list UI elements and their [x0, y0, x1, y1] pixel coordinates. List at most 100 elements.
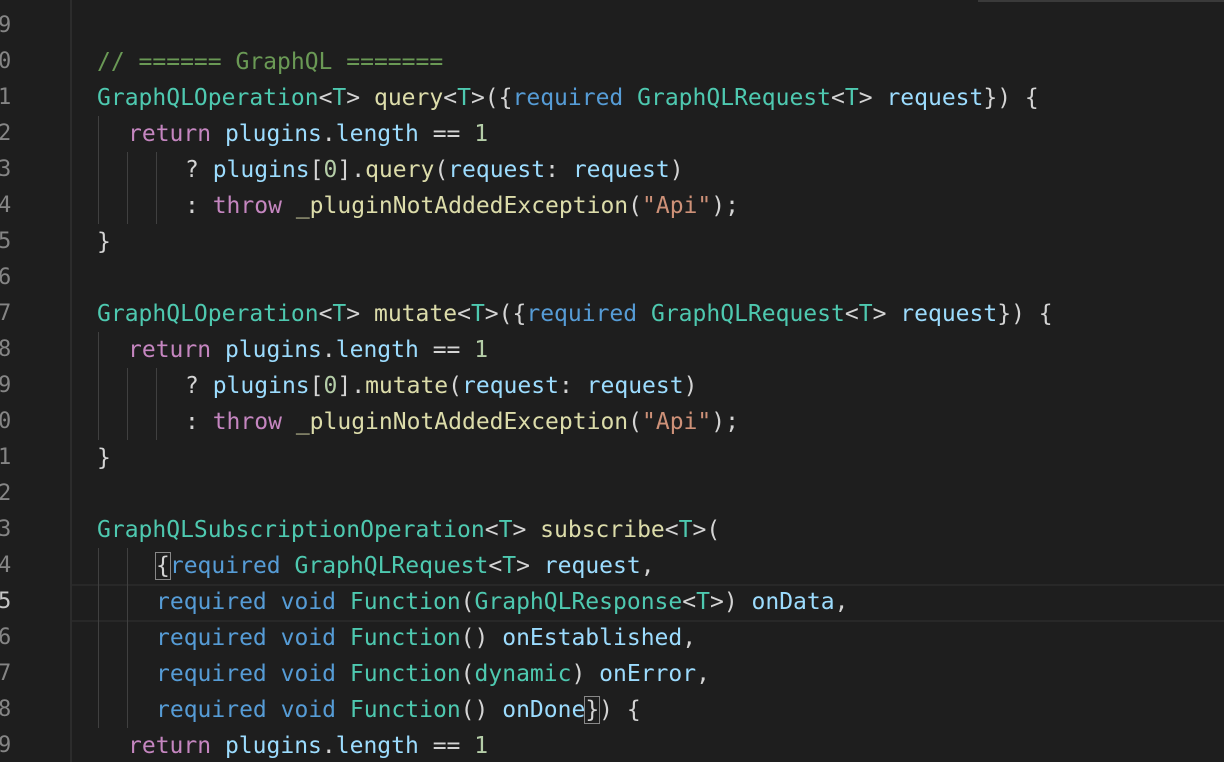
code-token: [	[309, 157, 324, 183]
code-token: (	[434, 157, 449, 183]
line-number: 0	[0, 409, 12, 434]
code-token: return	[128, 733, 212, 759]
code-token: [	[309, 373, 324, 399]
code-token: request	[586, 373, 684, 399]
code-token: Function	[349, 589, 461, 615]
code-token: plugins	[224, 733, 322, 759]
code-token: (	[628, 193, 643, 219]
code-token: 1	[474, 337, 489, 363]
code-token: <	[664, 517, 679, 543]
code-token: void	[280, 589, 337, 615]
line-number: 9	[0, 13, 12, 38]
code-token: "Api"	[642, 193, 712, 219]
code-line[interactable]: }	[97, 224, 111, 260]
code-line[interactable]: required void Function() onDone}) {	[156, 692, 641, 728]
code-token: :	[545, 157, 573, 183]
code-token: 0	[323, 157, 338, 183]
line-number: 1	[0, 85, 12, 110]
code-line[interactable]: return plugins.length == 1	[128, 728, 488, 762]
code-token: }) {	[983, 85, 1039, 111]
code-token: .	[321, 121, 336, 147]
code-token: <	[488, 553, 503, 579]
code-token: required	[169, 553, 281, 579]
code-line[interactable]: : throw _pluginNotAddedException("Api");	[185, 188, 739, 224]
code-line[interactable]: required void Function(GraphQLResponse<T…	[156, 584, 848, 620]
line-number: 1	[0, 445, 12, 470]
line-number: 2	[0, 121, 12, 146]
code-token: :	[185, 409, 213, 435]
code-token: );	[711, 193, 739, 219]
code-token: required	[156, 697, 267, 723]
code-line[interactable]: required void Function() onEstablished,	[156, 620, 696, 656]
line-number: 3	[0, 517, 12, 542]
code-token: required	[156, 589, 267, 615]
code-token: ].	[337, 157, 366, 183]
code-line[interactable]: return plugins.length == 1	[128, 332, 488, 368]
code-token: >(	[692, 517, 721, 543]
code-token: T	[678, 517, 693, 543]
code-line[interactable]: // ====== GraphQL =======	[97, 44, 443, 80]
code-line[interactable]: return plugins.length == 1	[128, 116, 488, 152]
code-token: }) {	[997, 301, 1053, 327]
editor-overlay-edge	[978, 0, 1224, 2]
code-token: ==	[418, 121, 475, 147]
code-token: (	[628, 409, 643, 435]
code-token: query	[365, 157, 435, 183]
code-line[interactable]: ? plugins[0].mutate(request: request)	[185, 368, 697, 404]
code-line[interactable]: {required GraphQLRequest<T> request,	[155, 548, 655, 584]
code-token: <	[682, 589, 697, 615]
code-line[interactable]: GraphQLSubscriptionOperation<T> subscrib…	[97, 512, 720, 548]
code-token: GraphQLResponse	[474, 589, 683, 615]
line-number: 4	[0, 193, 12, 218]
code-token: Function	[349, 625, 461, 651]
code-token: request	[886, 85, 984, 111]
code-token: void	[280, 625, 337, 651]
code-token: plugins	[224, 337, 322, 363]
code-line[interactable]: GraphQLOperation<T> query<T>({required G…	[97, 80, 1039, 116]
code-token: dynamic	[474, 661, 572, 687]
indent-guide	[156, 152, 157, 224]
code-token: )	[571, 661, 600, 687]
code-token: length	[335, 121, 419, 147]
indent-guide	[98, 548, 99, 728]
code-token: required	[156, 661, 267, 687]
code-token: )	[669, 157, 684, 183]
code-line[interactable]: : throw _pluginNotAddedException("Api");	[185, 404, 739, 440]
line-number: 3	[0, 157, 12, 182]
line-number: 6	[0, 265, 12, 290]
code-token: onEstablished	[502, 625, 683, 651]
code-line[interactable]: }	[97, 440, 111, 476]
code-token: ?	[185, 373, 213, 399]
code-token: return	[128, 121, 212, 147]
code-token: required	[526, 301, 638, 327]
code-token: request	[572, 157, 670, 183]
code-token: ,	[682, 625, 697, 651]
code-line[interactable]: GraphQLOperation<T> mutate<T>({required …	[97, 296, 1053, 332]
code-token: Function	[349, 697, 461, 723]
code-token: ()	[460, 625, 503, 651]
code-token: }	[97, 229, 111, 255]
code-token: <	[318, 301, 333, 327]
code-token: (	[460, 589, 475, 615]
code-line[interactable]: required void Function(dynamic) onError,	[156, 656, 710, 692]
indent-guide	[98, 116, 99, 224]
code-token: ?	[185, 157, 213, 183]
code-token: ,	[640, 553, 655, 579]
code-token: T	[457, 85, 471, 111]
code-token: (	[460, 661, 475, 687]
code-token: plugins	[212, 157, 310, 183]
line-number: 8	[0, 337, 12, 362]
code-token: );	[711, 409, 739, 435]
code-token: return	[128, 337, 212, 363]
code-line[interactable]: ? plugins[0].query(request: request)	[185, 152, 684, 188]
code-token: >)	[709, 589, 752, 615]
code-token: >	[872, 301, 901, 327]
code-editor[interactable]: // ====== GraphQL ======= GraphQLOperatio…	[0, 0, 1224, 762]
